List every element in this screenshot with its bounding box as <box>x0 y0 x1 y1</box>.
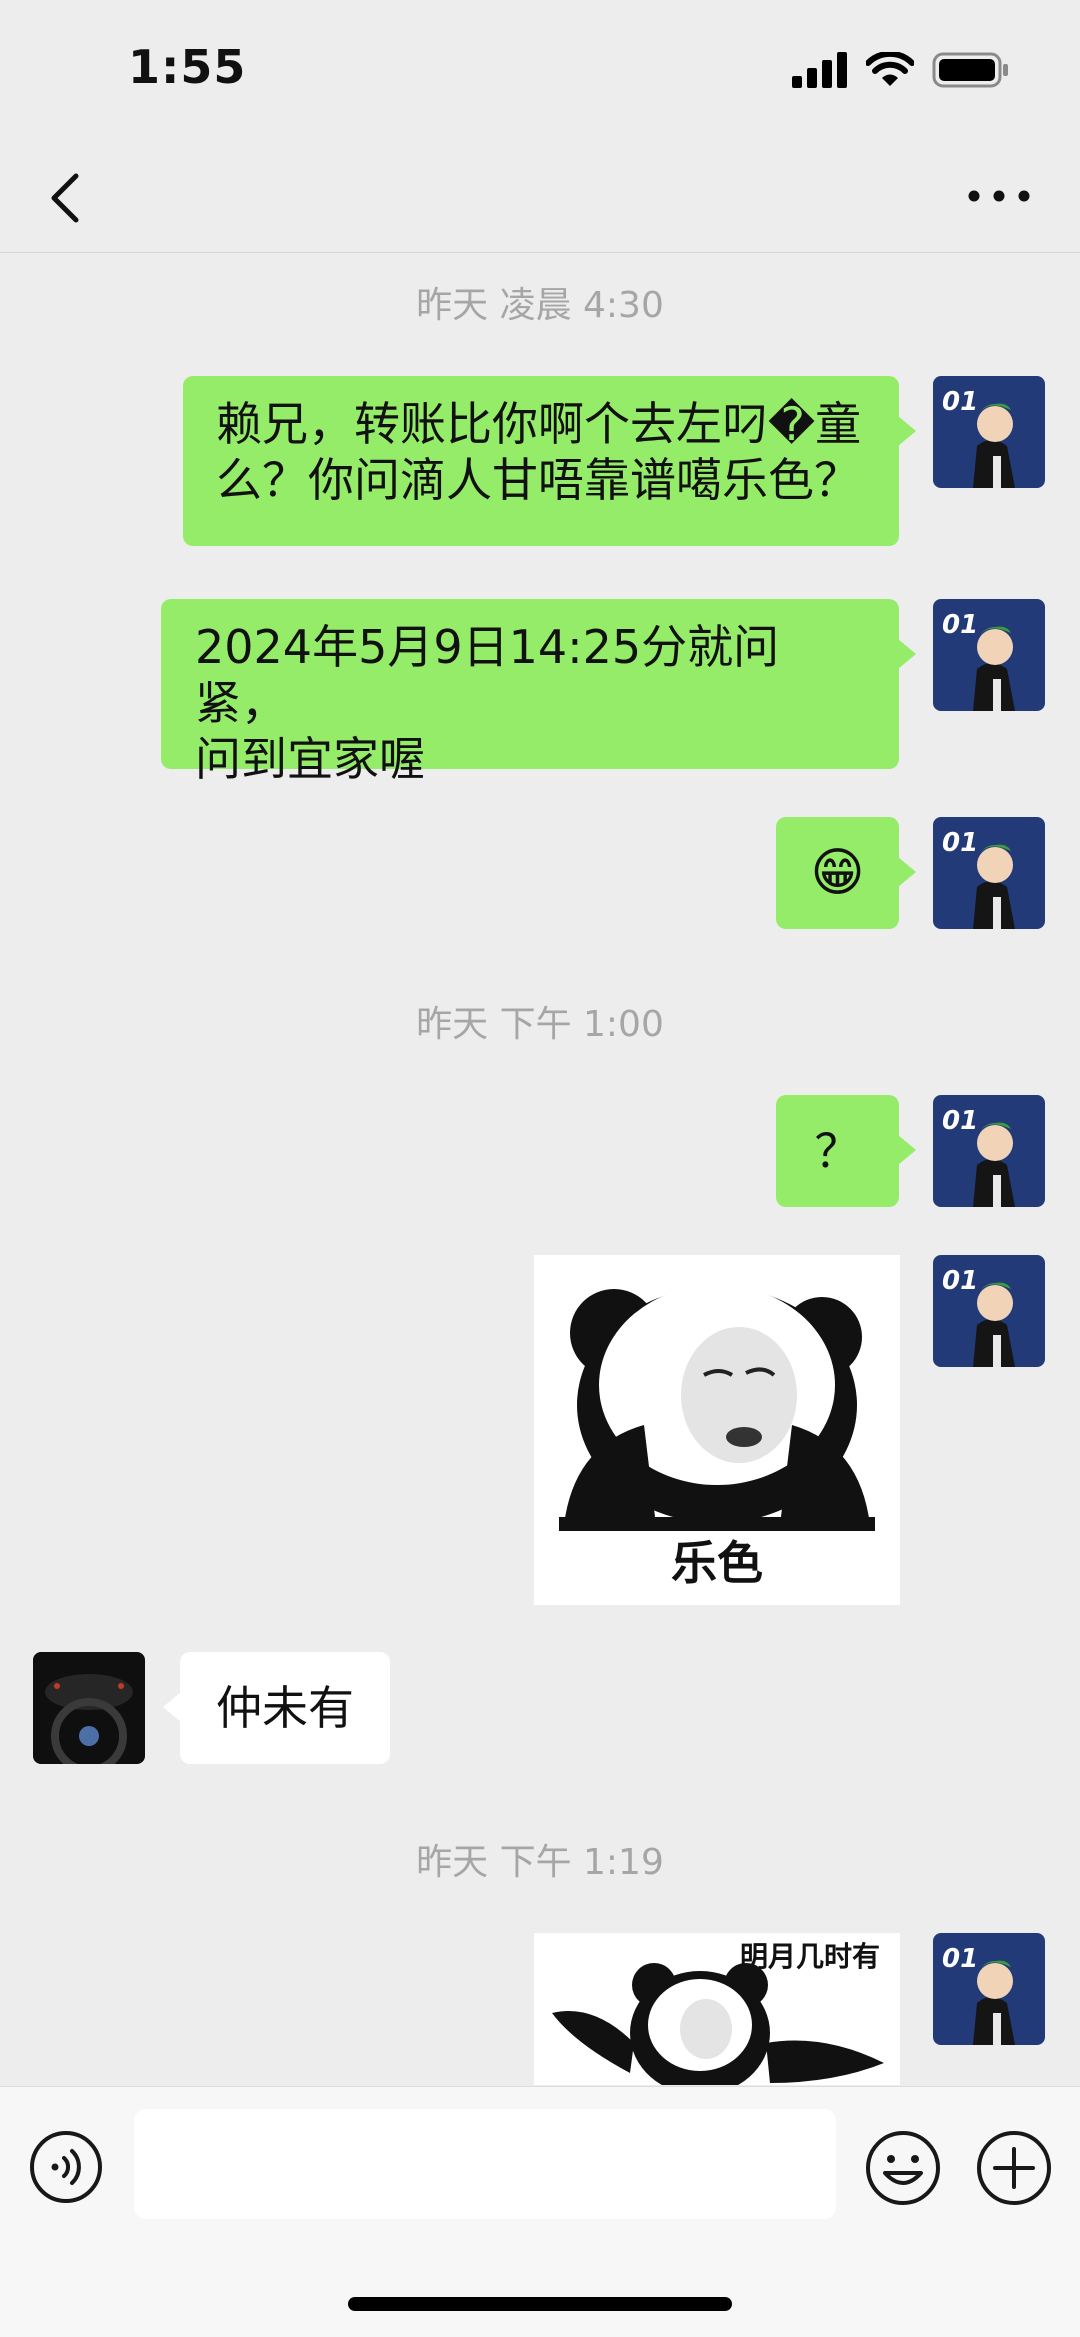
svg-text:01: 01 <box>942 1266 978 1296</box>
home-indicator[interactable] <box>348 2297 732 2311</box>
more-button[interactable] <box>966 176 1032 216</box>
status-icons <box>792 52 1010 88</box>
sticker-image[interactable]: 明月几时有 <box>534 1933 900 2085</box>
svg-text:01: 01 <box>942 1944 978 1974</box>
sticker-caption: 明月几时有 <box>739 1940 880 1973</box>
grin-emoji: 😁 <box>810 843 865 903</box>
chevron-left-icon <box>51 173 79 223</box>
plus-icon <box>977 2131 1051 2205</box>
avatar-image: 01 <box>933 817 1045 929</box>
back-button[interactable] <box>40 162 100 232</box>
chat-area[interactable]: 昨天 凌晨 4:30 赖兄，转账比你啊个去左叼�童 么？你问滴人甘唔靠谱噶乐色？… <box>0 253 1080 2085</box>
svg-text:01: 01 <box>942 387 978 417</box>
message-bubble[interactable]: 2024年5月9日14:25分就问紧， 问到宜家喔 <box>161 599 916 786</box>
voice-icon <box>30 2131 102 2203</box>
message-bubble[interactable]: 赖兄，转账比你啊个去左叼�童 么？你问滴人甘唔靠谱噶乐色？ <box>183 376 916 546</box>
contact-avatar[interactable] <box>33 1652 145 1764</box>
message-bubble[interactable]: ？ <box>776 1095 916 1207</box>
svg-text:01: 01 <box>942 610 978 640</box>
svg-text:01: 01 <box>942 1106 978 1136</box>
battery-icon <box>932 52 1008 88</box>
avatar-image: 01 <box>933 376 1045 488</box>
sticker-image[interactable]: 乐色 <box>534 1255 900 1605</box>
svg-text:01: 01 <box>942 828 978 858</box>
timestamp: 昨天 下午 1:19 <box>416 1842 664 1883</box>
avatar-image: 01 <box>933 1255 1045 1367</box>
sticker-caption: 乐色 <box>671 1536 763 1590</box>
timestamp: 昨天 凌晨 4:30 <box>416 285 664 326</box>
more-dots-icon <box>968 190 1030 202</box>
message-text: ？ <box>814 1124 861 1178</box>
avatar-image: 01 <box>933 599 1045 711</box>
wifi-icon <box>866 52 914 86</box>
my-avatar[interactable]: 01 <box>933 376 1045 488</box>
status-bar: 1:55 <box>0 0 1080 140</box>
message-text-line: 问到宜家喔 <box>195 732 425 786</box>
plus-button[interactable] <box>975 2129 1053 2207</box>
my-avatar[interactable]: 01 <box>933 599 1045 711</box>
message-bubble[interactable]: 😁 <box>776 817 916 929</box>
avatar-image: 01 <box>933 1933 1045 2045</box>
message-text-line: 2024年5月9日14:25分就问紧， <box>195 620 780 730</box>
message-bubble[interactable]: 仲未有 <box>163 1652 390 1764</box>
nav-bar <box>0 140 1080 253</box>
status-time: 1:55 <box>128 40 247 94</box>
avatar-image: 01 <box>933 1095 1045 1207</box>
avatar-image <box>33 1652 145 1764</box>
my-avatar[interactable]: 01 <box>933 1255 1045 1367</box>
message-text-line: 赖兄，转账比你啊个去左叼�童 <box>216 397 862 451</box>
signal-icon <box>792 52 847 88</box>
message-text-line: 么？你问滴人甘唔靠谱噶乐色？ <box>216 453 860 507</box>
voice-button[interactable] <box>28 2129 104 2205</box>
my-avatar[interactable]: 01 <box>933 817 1045 929</box>
my-avatar[interactable]: 01 <box>933 1933 1045 2045</box>
emoji-button[interactable] <box>864 2129 942 2207</box>
my-avatar[interactable]: 01 <box>933 1095 1045 1207</box>
message-input[interactable] <box>134 2109 836 2219</box>
timestamp: 昨天 下午 1:00 <box>416 1004 664 1045</box>
message-text: 仲未有 <box>216 1681 354 1735</box>
emoji-icon <box>866 2131 940 2205</box>
